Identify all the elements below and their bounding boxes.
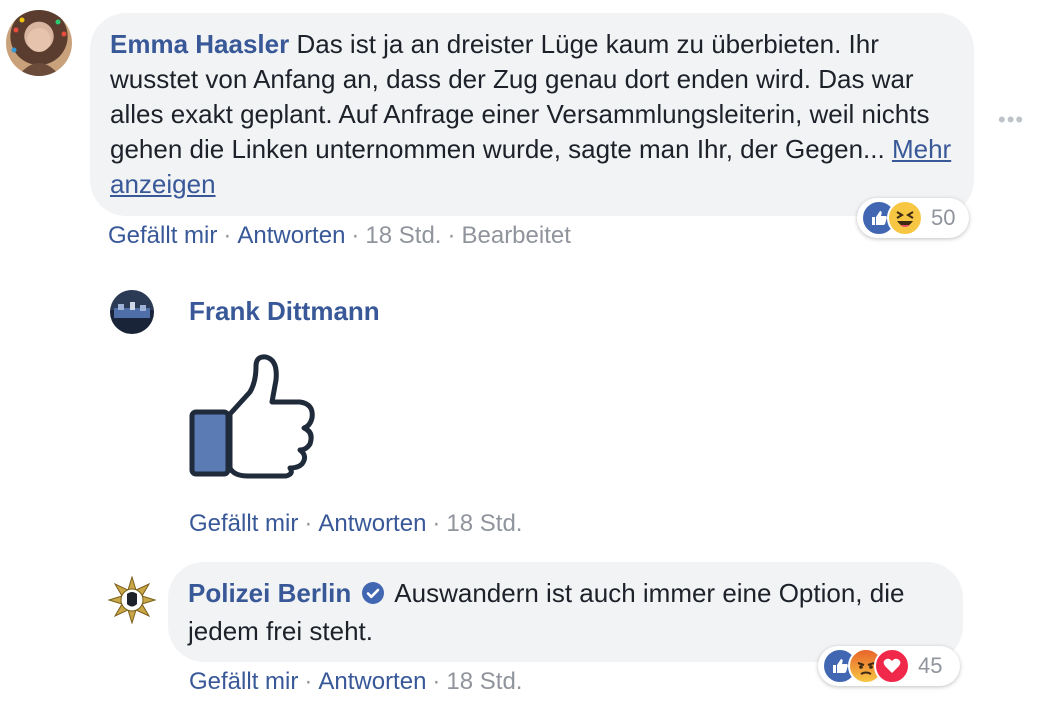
separator: · (447, 222, 456, 249)
comment-body: Polizei Berlin Auswandern ist auch immer… (188, 576, 943, 649)
love-icon (874, 648, 910, 684)
timestamp[interactable]: 18 Std. (446, 510, 522, 537)
edited-label[interactable]: Bearbeitet (461, 222, 570, 249)
avatar-image (11, 17, 67, 76)
separator: · (432, 510, 441, 537)
separator: · (223, 222, 232, 249)
separator: · (304, 510, 313, 537)
comment-author[interactable]: Emma Haasler (110, 29, 289, 59)
like-link[interactable]: Gefällt mir (189, 510, 298, 537)
comment-bubble-emma: Emma Haasler Das ist ja an dreister Lüge… (90, 13, 974, 216)
thumbs-up-sticker (188, 352, 320, 480)
like-link[interactable]: Gefällt mir (189, 668, 298, 695)
separator: · (304, 668, 313, 695)
verified-badge-icon (361, 579, 385, 614)
avatar-frank-dittmann[interactable] (110, 290, 154, 334)
reaction-count: 45 (918, 653, 943, 678)
avatar-emma-haasler[interactable] (6, 10, 72, 76)
avatar-image (114, 302, 150, 318)
reaction-summary[interactable]: 50 (857, 198, 969, 238)
timestamp[interactable]: 18 Std. (365, 222, 441, 249)
comment-actions: Gefällt mir · Antworten · 18 Std. · Bearbeitet (108, 222, 571, 250)
more-options-icon[interactable]: ••• (998, 107, 1024, 133)
police-star-icon (107, 575, 157, 625)
separator: · (351, 222, 360, 249)
like-link[interactable]: Gefällt mir (108, 222, 217, 249)
avatar-polizei-berlin[interactable] (107, 575, 157, 625)
reply-link[interactable]: Antworten (237, 222, 345, 249)
reply-link[interactable]: Antworten (318, 668, 426, 695)
comment-actions: Gefällt mir · Antworten · 18 Std. (189, 510, 522, 538)
comment-author[interactable]: Frank Dittmann (189, 296, 380, 327)
reply-link[interactable]: Antworten (318, 510, 426, 537)
comment-body: Emma Haasler Das ist ja an dreister Lüge… (110, 27, 954, 202)
comment-author[interactable]: Polizei Berlin (188, 578, 351, 608)
reaction-count: 50 (931, 205, 956, 230)
timestamp[interactable]: 18 Std. (446, 668, 522, 695)
separator: · (432, 668, 441, 695)
comment-actions: Gefällt mir · Antworten · 18 Std. (189, 668, 522, 696)
haha-icon (887, 200, 923, 236)
reaction-summary[interactable]: 45 (818, 646, 960, 686)
